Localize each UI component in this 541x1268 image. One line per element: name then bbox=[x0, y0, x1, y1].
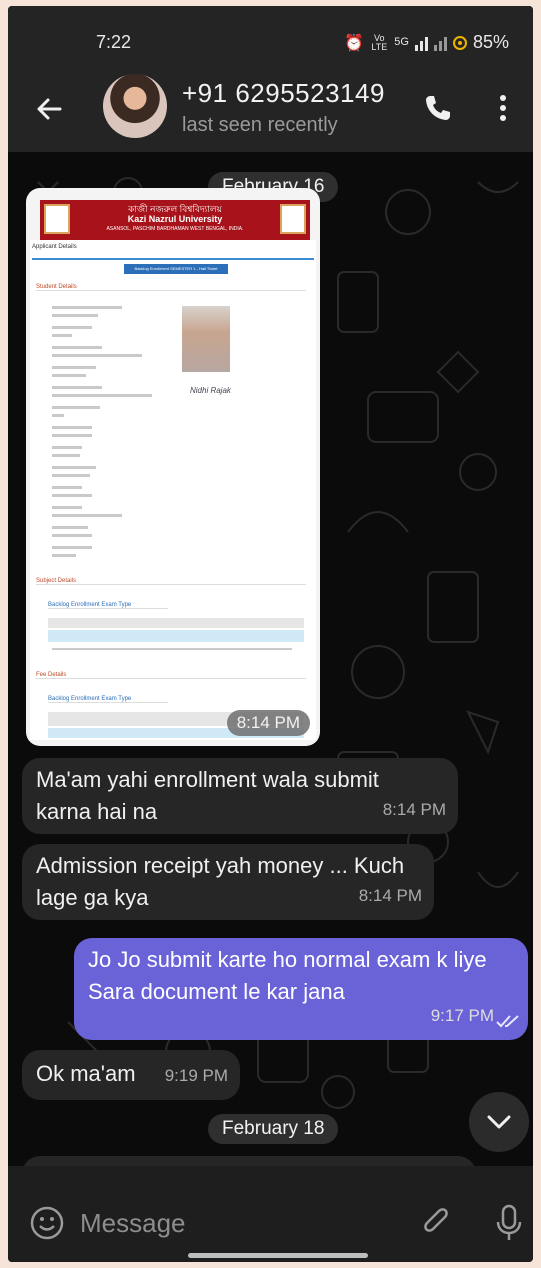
doc-field bbox=[52, 526, 88, 529]
doc-subsection: Backlog Enrollment Exam Type bbox=[48, 696, 168, 703]
doc-field bbox=[52, 366, 96, 369]
doc-field bbox=[52, 406, 100, 409]
doc-field bbox=[52, 446, 82, 449]
doc-field bbox=[52, 474, 90, 477]
doc-field bbox=[52, 374, 86, 377]
doc-section-student: Student Details bbox=[36, 284, 306, 291]
alarm-icon: ⏰ bbox=[344, 34, 365, 52]
document-body: Applicant Details Backlog Enrollment SEM… bbox=[30, 240, 316, 740]
image-message[interactable]: কাজী নজরুল বিশ্ববিদ্যালয় Kazi Nazrul Un… bbox=[26, 188, 320, 746]
doc-table-head bbox=[48, 630, 304, 642]
doc-field bbox=[52, 486, 82, 489]
doc-field bbox=[52, 426, 92, 429]
battery-level: 85% bbox=[472, 32, 509, 52]
doc-title: Kazi Nazrul University bbox=[127, 214, 223, 224]
doc-field bbox=[52, 314, 98, 317]
phone-screen: 7:22 ⏰ Vo LTE 5G 85% +91 6295523149 last… bbox=[8, 6, 533, 1262]
home-indicator[interactable] bbox=[188, 1253, 368, 1258]
doc-field bbox=[52, 306, 122, 309]
battery-icon bbox=[452, 35, 467, 50]
date-separator: February 18 bbox=[208, 1114, 339, 1144]
doc-field bbox=[52, 386, 102, 389]
last-seen-status: last seen recently bbox=[182, 114, 338, 136]
message-text: Jo Jo submit karte ho normal exam k liye… bbox=[88, 947, 487, 1004]
chevron-down-icon bbox=[487, 1115, 511, 1129]
signal-icon-2 bbox=[433, 35, 447, 51]
doc-field bbox=[52, 346, 102, 349]
message-text: Ma'am yahi enrollment wala submit karna … bbox=[36, 767, 379, 824]
doc-field bbox=[52, 554, 76, 557]
doc-field bbox=[52, 454, 80, 457]
doc-field bbox=[52, 506, 82, 509]
attach-icon[interactable] bbox=[422, 1206, 452, 1240]
doc-subsection: Backlog Enrollment Exam Type bbox=[48, 602, 168, 609]
doc-field bbox=[52, 514, 122, 517]
message-text: Ok ma'am bbox=[36, 1061, 136, 1086]
doc-field bbox=[52, 534, 92, 537]
message-text: Admission receipt yah money ... Kuch lag… bbox=[36, 853, 405, 910]
back-arrow-icon[interactable] bbox=[34, 94, 64, 124]
doc-tab: Applicant Details bbox=[32, 244, 314, 260]
doc-field bbox=[52, 546, 92, 549]
contact-name[interactable]: +91 6295523149 bbox=[182, 78, 385, 109]
doc-field bbox=[52, 394, 152, 397]
volte-label: Vo LTE bbox=[371, 32, 388, 52]
doc-field bbox=[52, 334, 72, 337]
read-checkmarks-icon bbox=[496, 1015, 519, 1028]
signal-icon bbox=[414, 35, 428, 51]
message-input[interactable]: Message bbox=[80, 1208, 186, 1239]
message-time: 8:14 PM bbox=[358, 886, 422, 905]
status-time: 7:22 bbox=[96, 32, 132, 52]
chat-header: 7:22 ⏰ Vo LTE 5G 85% +91 6295523149 last… bbox=[8, 6, 533, 152]
doc-field bbox=[52, 494, 92, 497]
incoming-message[interactable]: Ma'am yahi enrollment wala submit karna … bbox=[22, 758, 458, 834]
avatar[interactable] bbox=[103, 74, 167, 138]
doc-field bbox=[52, 648, 292, 650]
doc-field bbox=[52, 354, 142, 357]
network-label: 5G bbox=[394, 36, 409, 48]
microphone-icon[interactable] bbox=[494, 1204, 524, 1242]
doc-address: ASANSOL, PASCHIM BARDHAMAN WEST BENGAL, … bbox=[106, 226, 244, 232]
doc-section-fee: Fee Details bbox=[36, 672, 306, 679]
message-time: 8:14 PM bbox=[382, 800, 446, 819]
scroll-down-button[interactable] bbox=[469, 1092, 529, 1152]
doc-field bbox=[52, 414, 64, 417]
incoming-message[interactable]: Ok ma'am 9:19 PM bbox=[22, 1050, 240, 1100]
doc-section-subject: Subject Details bbox=[36, 578, 306, 585]
chat-area[interactable]: February 16 কাজী নজরুল বিশ্ববিদ্যালয় Ka… bbox=[8, 152, 533, 1168]
status-bar: 7:22 ⏰ Vo LTE 5G 85% bbox=[8, 32, 533, 58]
doc-field bbox=[52, 326, 92, 329]
applicant-photo bbox=[182, 306, 230, 372]
outgoing-message[interactable]: Jo Jo submit karte ho normal exam k liye… bbox=[74, 938, 528, 1040]
doc-table bbox=[48, 618, 304, 628]
emoji-icon[interactable] bbox=[30, 1206, 64, 1240]
doc-field bbox=[52, 466, 96, 469]
message-time: 8:14 PM bbox=[226, 710, 310, 736]
more-options-icon[interactable] bbox=[500, 94, 506, 122]
message-time: 9:19 PM bbox=[164, 1066, 228, 1085]
incoming-message[interactable]: Admission receipt yah money ... Kuch lag… bbox=[22, 844, 434, 920]
applicant-signature: Nidhi Rajak bbox=[190, 386, 231, 395]
doc-field bbox=[52, 434, 92, 437]
doc-button: Backlog Enrollment SEMESTER 1 - Hall Tic… bbox=[124, 264, 228, 274]
phone-call-icon[interactable] bbox=[422, 92, 454, 124]
message-time: 9:17 PM bbox=[430, 1006, 494, 1025]
document-banner: কাজী নজরুল বিশ্ববিদ্যালয় Kazi Nazrul Un… bbox=[40, 200, 310, 240]
message-input-bar: Message bbox=[8, 1166, 533, 1262]
